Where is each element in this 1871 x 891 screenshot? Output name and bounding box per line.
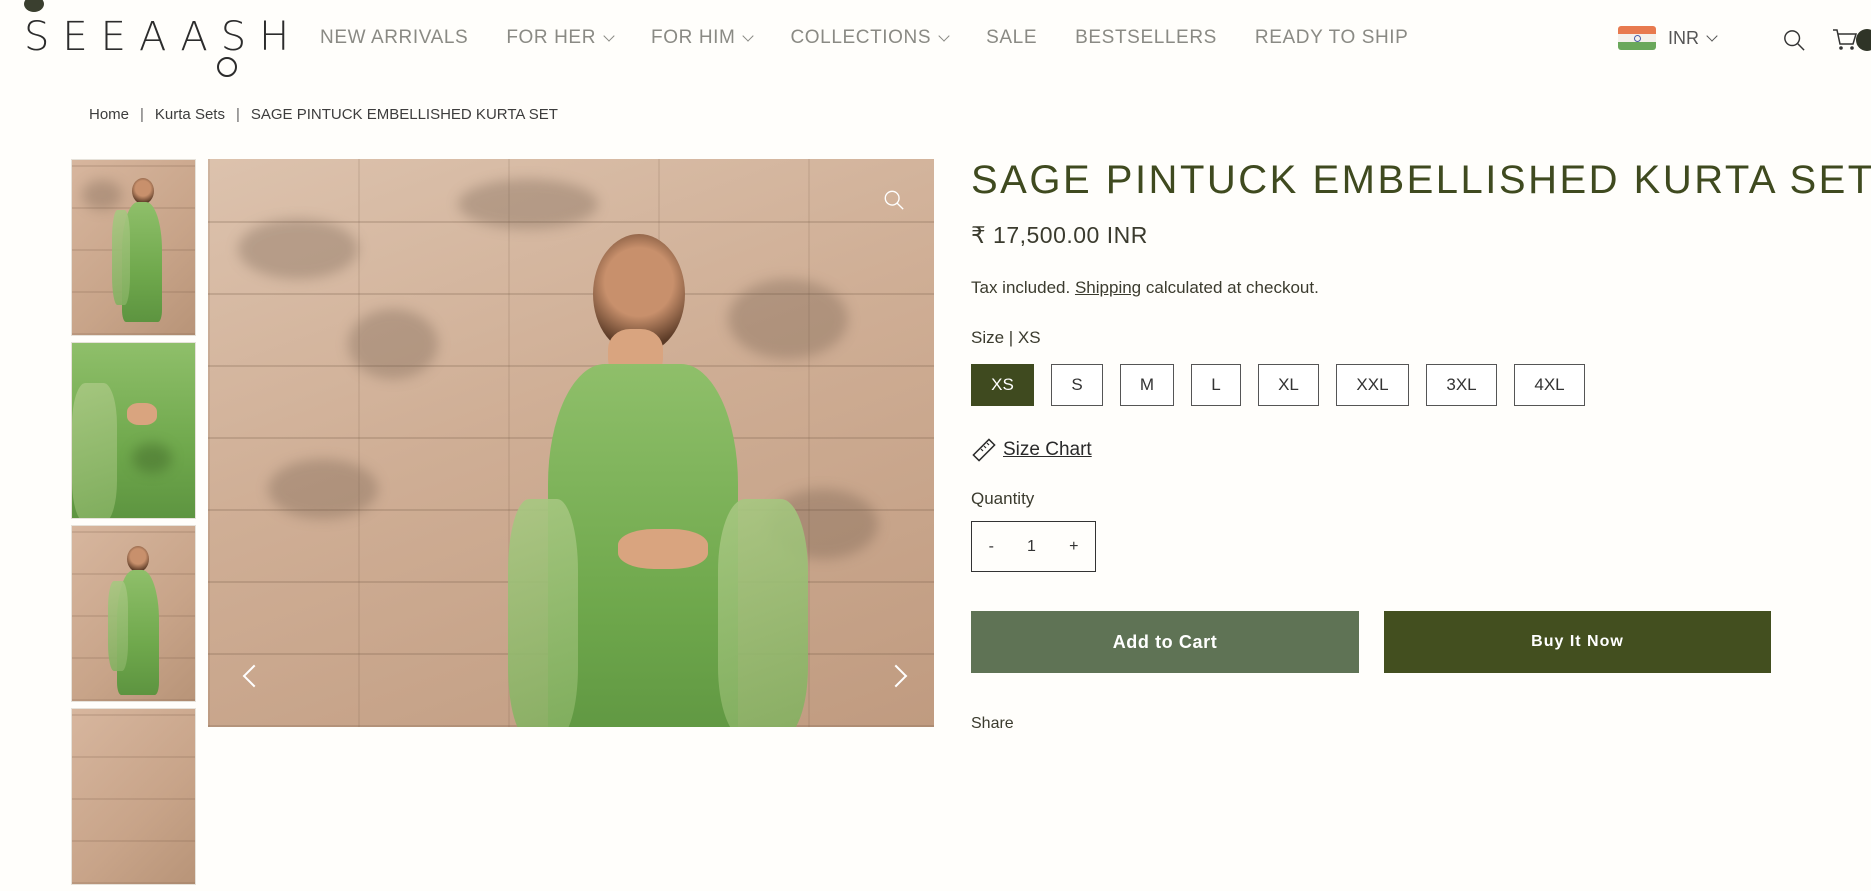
size-option-l[interactable]: L: [1191, 364, 1241, 406]
nav-item-collections[interactable]: COLLECTIONS: [790, 27, 950, 49]
nav-label: BESTSELLERS: [1075, 27, 1217, 48]
breadcrumb-home[interactable]: Home: [89, 106, 129, 123]
search-icon[interactable]: [1783, 29, 1805, 51]
thumbnail-list: [71, 159, 196, 891]
quantity-increase-button[interactable]: +: [1063, 538, 1084, 556]
nav-label: FOR HIM: [651, 27, 736, 48]
share-label: Share: [971, 715, 1014, 732]
buy-it-now-button[interactable]: Buy It Now: [1384, 611, 1771, 673]
india-flag-icon: [1618, 26, 1656, 50]
chevron-down-icon: [603, 30, 615, 42]
site-header: SEEAASH NEW ARRIVALS FOR HER FOR HIM COL…: [0, 0, 1871, 90]
nav-item-sale[interactable]: SALE: [986, 27, 1037, 49]
cart-icon[interactable]: [1832, 28, 1858, 52]
size-chart-label: Size Chart: [1003, 439, 1092, 460]
size-option-xs[interactable]: XS: [971, 364, 1034, 406]
nav-item-for-him[interactable]: FOR HIM: [651, 27, 755, 49]
product-title: SAGE PINTUCK EMBELLISHED KURTA SET: [971, 158, 1871, 202]
quantity-stepper: - 1 +: [971, 521, 1096, 572]
size-option-m[interactable]: M: [1120, 364, 1174, 406]
add-to-cart-button[interactable]: Add to Cart: [971, 611, 1359, 673]
cart-count-badge[interactable]: [1856, 29, 1871, 51]
breadcrumb-separator: |: [140, 106, 144, 123]
size-option-3xl[interactable]: 3XL: [1426, 364, 1497, 406]
quantity-label: Quantity: [971, 489, 1035, 508]
quantity-decrease-button[interactable]: -: [983, 538, 1000, 556]
main-product-image[interactable]: [208, 159, 934, 727]
size-option-xl[interactable]: XL: [1258, 364, 1319, 406]
thumbnail-1[interactable]: [71, 159, 196, 336]
size-option-4xl[interactable]: 4XL: [1514, 364, 1585, 406]
size-option-s[interactable]: S: [1051, 364, 1103, 406]
size-option-xxl[interactable]: XXL: [1336, 364, 1409, 406]
shipping-link[interactable]: Shipping: [1075, 278, 1141, 297]
currency-selector[interactable]: INR: [1618, 26, 1718, 50]
main-nav: NEW ARRIVALS FOR HER FOR HIM COLLECTIONS…: [320, 27, 1446, 49]
nav-label: SALE: [986, 27, 1038, 48]
size-selector: XS S M L XL XXL 3XL 4XL: [971, 364, 1602, 406]
thumbnail-3[interactable]: [71, 525, 196, 702]
tax-prefix: Tax included.: [971, 278, 1071, 297]
product-price: ₹ 17,500.00 INR: [971, 222, 1148, 248]
ruler-icon: [972, 438, 996, 462]
breadcrumb-kurta-sets[interactable]: Kurta Sets: [155, 106, 225, 123]
zoom-icon[interactable]: [883, 189, 905, 211]
breadcrumb-current: SAGE PINTUCK EMBELLISHED KURTA SET: [250, 106, 558, 123]
chevron-down-icon: [938, 30, 950, 42]
nav-item-bestsellers[interactable]: BESTSELLERS: [1075, 27, 1217, 49]
nav-label: COLLECTIONS: [790, 27, 932, 48]
size-chart-link[interactable]: Size Chart: [971, 437, 1092, 463]
breadcrumb: Home | Kurta Sets | SAGE PINTUCK EMBELLI…: [89, 106, 558, 123]
chevron-down-icon: [1706, 30, 1718, 42]
breadcrumb-separator: |: [235, 106, 240, 123]
logo-dot: [24, 0, 44, 12]
nav-item-ready-to-ship[interactable]: READY TO SHIP: [1255, 27, 1409, 49]
size-label: Size | XS: [971, 328, 1041, 347]
thumbnail-2[interactable]: [71, 342, 196, 519]
thumbnail-4[interactable]: [71, 708, 196, 885]
chevron-down-icon: [742, 30, 755, 42]
logo-text: SEEAASH: [24, 14, 303, 60]
tax-note: Tax included. Shipping calculated at che…: [971, 278, 1319, 298]
tax-suffix: calculated at checkout.: [1145, 278, 1319, 297]
quantity-input[interactable]: 1: [1021, 538, 1042, 556]
nav-item-new-arrivals[interactable]: NEW ARRIVALS: [320, 27, 468, 49]
logo-ring: [217, 57, 237, 77]
share-row: Share: [971, 715, 1014, 733]
nav-label: READY TO SHIP: [1254, 27, 1409, 48]
nav-item-for-her[interactable]: FOR HER: [506, 27, 615, 49]
currency-label: INR: [1668, 27, 1699, 48]
nav-label: NEW ARRIVALS: [320, 27, 469, 48]
brand-logo[interactable]: SEEAASH: [12, 0, 289, 82]
nav-label: FOR HER: [506, 27, 597, 48]
